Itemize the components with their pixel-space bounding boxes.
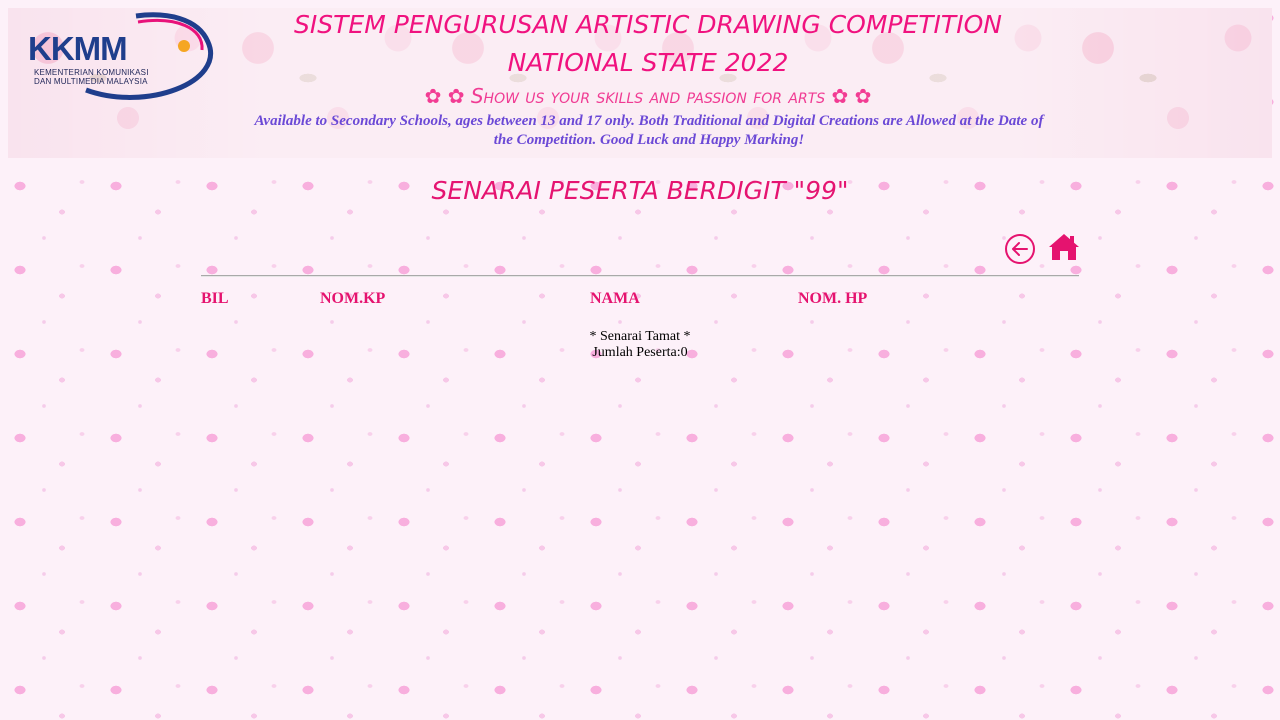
list-end-note: * Senarai Tamat * <box>589 329 691 344</box>
competition-info: Available to Secondary Schools, ages bet… <box>254 113 1044 148</box>
flower-icon: ✿ <box>854 84 872 108</box>
home-icon[interactable] <box>1048 232 1080 262</box>
site-title-line2: NATIONAL STATE 2022 <box>507 48 789 77</box>
logo-subtitle-line1: KEMENTERIAN KOMUNIKASI <box>34 68 149 77</box>
nav-icons <box>1004 232 1082 266</box>
flower-icon: ✿ <box>424 84 442 108</box>
column-header-nom-kp: NOM.KP <box>320 290 386 307</box>
tagline: ✿ ✿ Show us your skills and passion for … <box>238 84 1058 108</box>
kkmm-logo: KKMM KEMENTERIAN KOMUNIKASI DAN MULTIMED… <box>26 12 216 108</box>
column-header-bil: BIL <box>201 290 229 307</box>
table-divider <box>201 275 1079 277</box>
header-banner: KKMM KEMENTERIAN KOMUNIKASI DAN MULTIMED… <box>8 8 1272 158</box>
page-title: SENARAI PESERTA BERDIGIT "99" <box>431 176 849 205</box>
column-header-nama: NAMA <box>590 290 640 307</box>
tagline-text: Show us your skills and passion for arts <box>470 84 826 108</box>
flower-icon: ✿ <box>831 84 849 108</box>
logo-text: KKMM <box>28 30 128 67</box>
participant-total: Jumlah Peserta:0 <box>592 345 688 360</box>
logo-subtitle-line2: DAN MULTIMEDIA MALAYSIA <box>34 77 148 86</box>
arrow-left-circle-icon[interactable] <box>1004 233 1036 265</box>
flower-icon: ✿ <box>447 84 465 108</box>
site-title-line1: SISTEM PENGURUSAN ARTISTIC DRAWING COMPE… <box>294 10 1002 39</box>
column-header-nom-hp: NOM. HP <box>798 290 868 307</box>
